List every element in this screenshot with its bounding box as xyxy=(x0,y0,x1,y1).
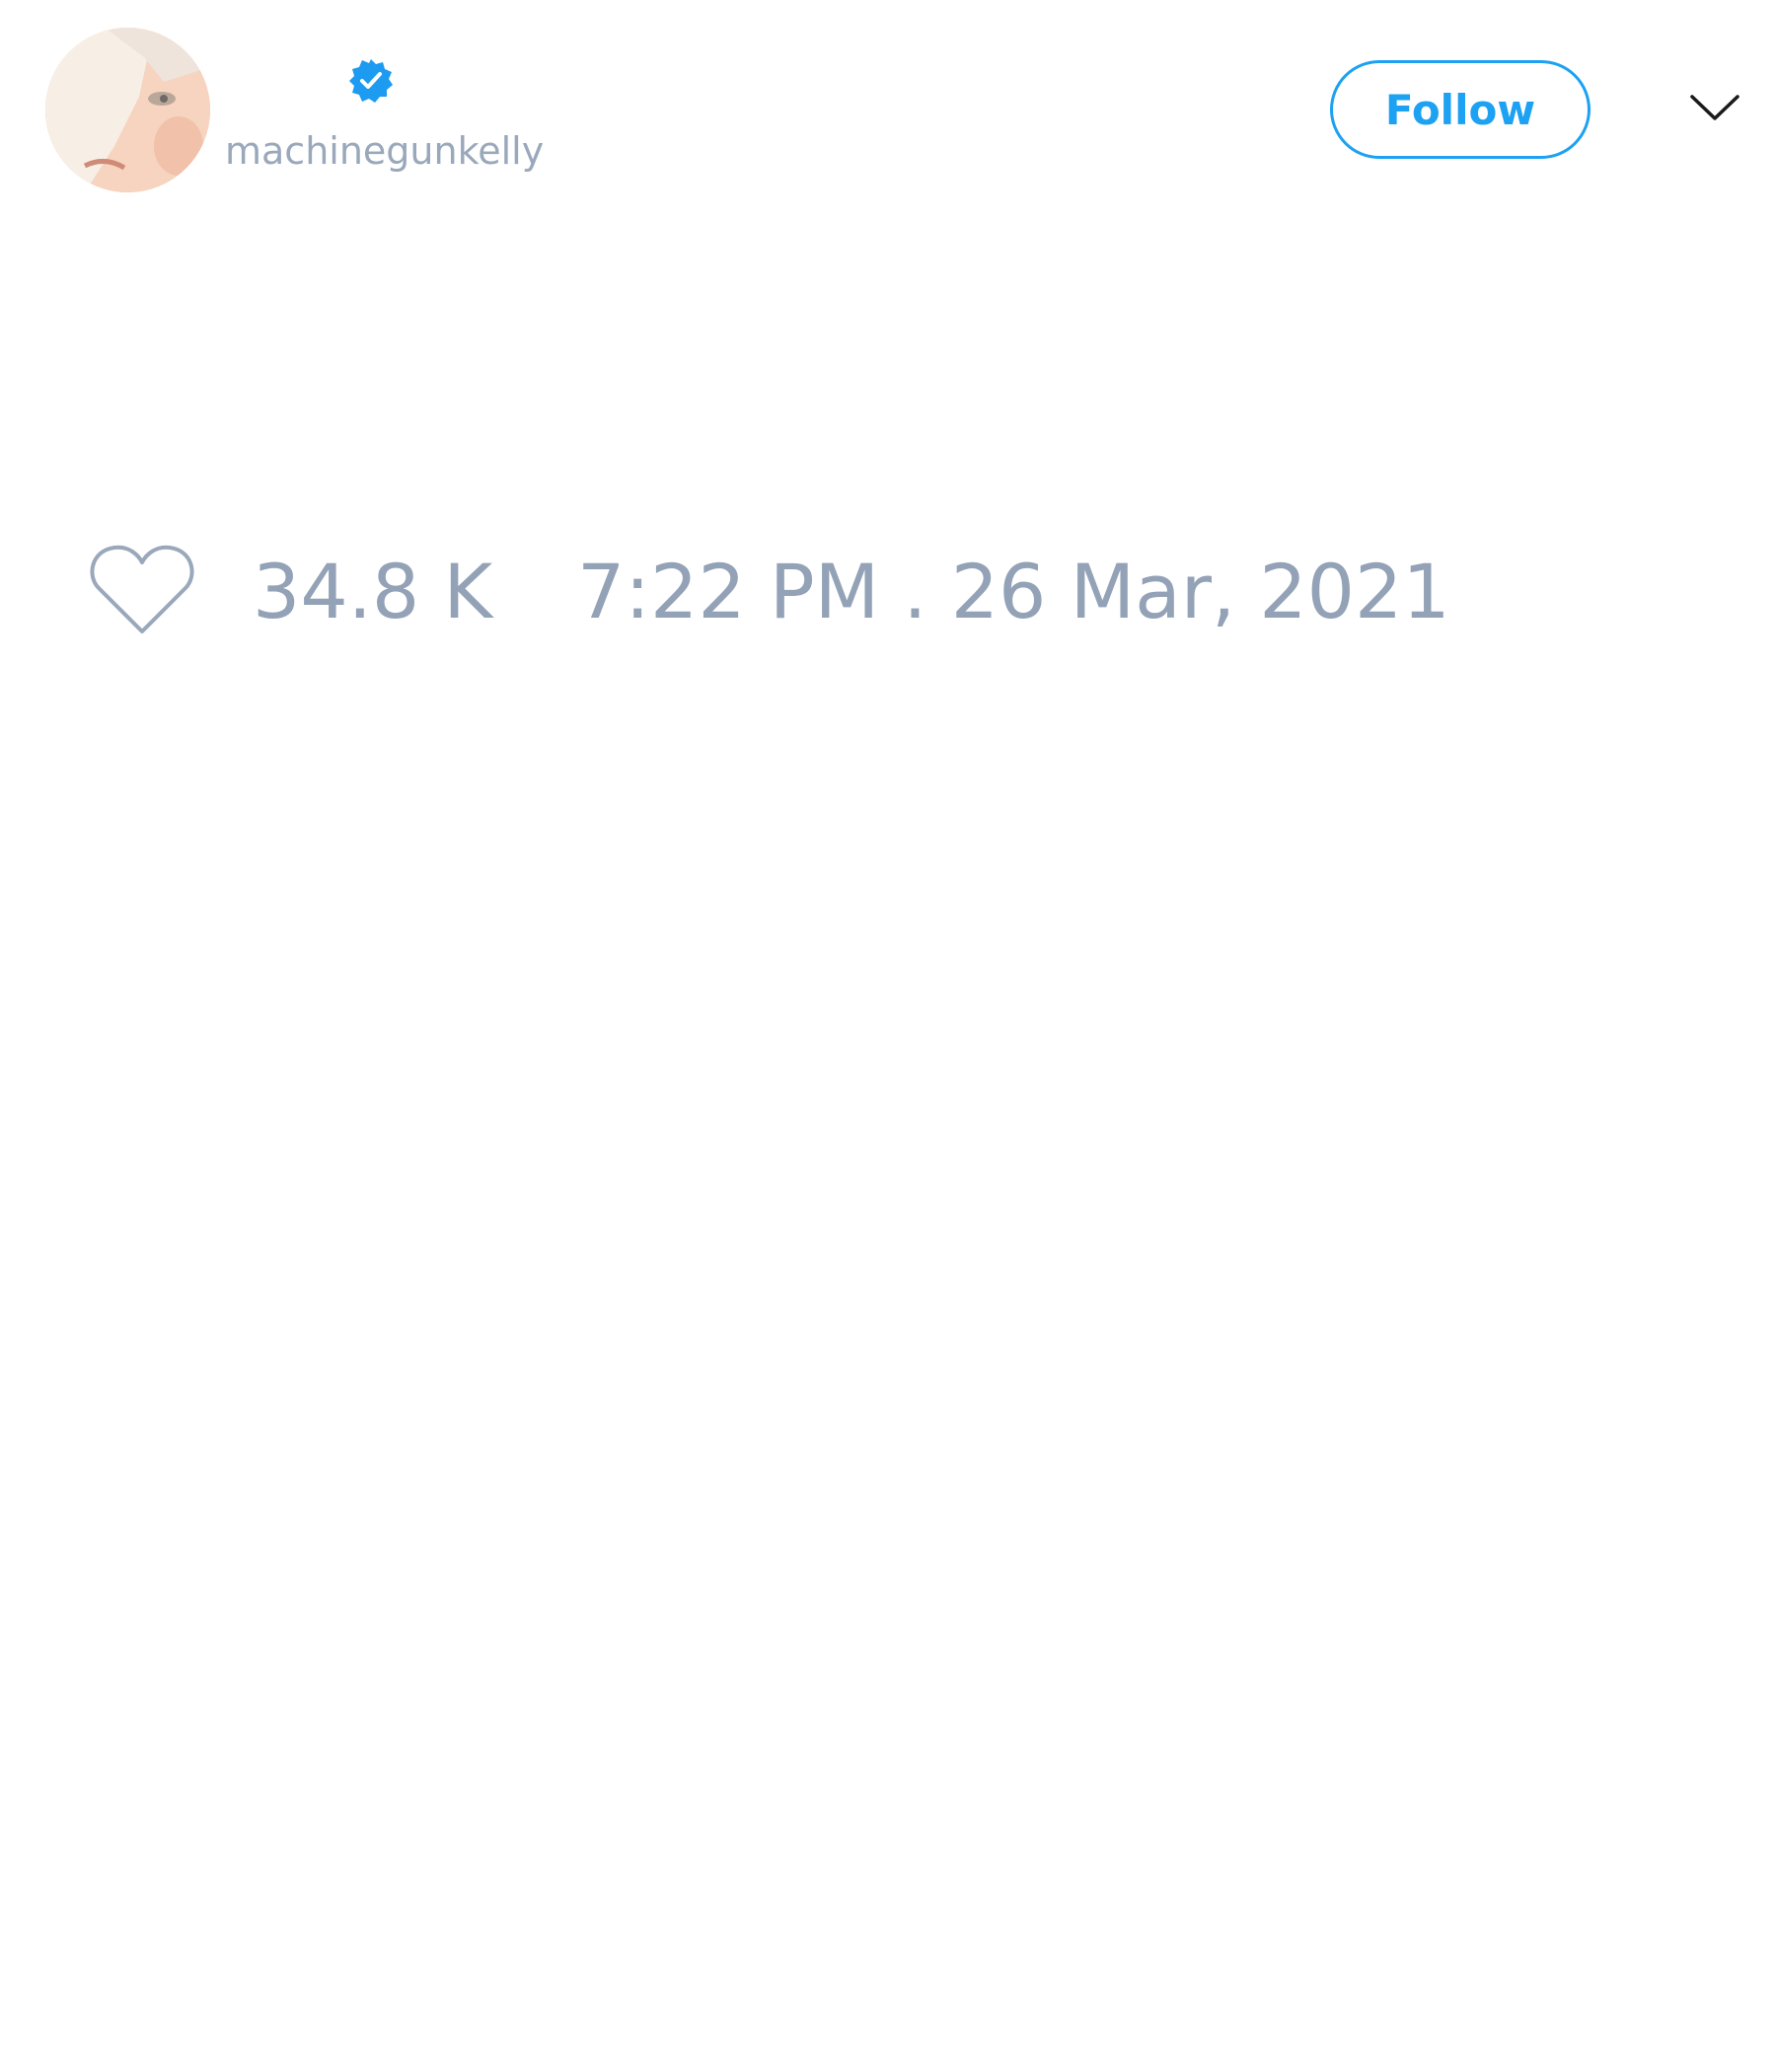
heart-outline-icon[interactable] xyxy=(89,543,195,635)
avatar[interactable] xyxy=(45,28,210,192)
like-count: 34.8 K xyxy=(253,548,493,635)
chevron-down-icon[interactable] xyxy=(1689,91,1740,126)
follow-button[interactable]: Follow xyxy=(1330,60,1591,159)
tweet-timestamp[interactable]: 7:22 PM . 26 Mar, 2021 xyxy=(577,548,1450,636)
verified-badge-icon xyxy=(349,59,393,103)
avatar-image xyxy=(45,28,210,192)
author-handle[interactable]: machinegunkelly xyxy=(225,126,544,176)
